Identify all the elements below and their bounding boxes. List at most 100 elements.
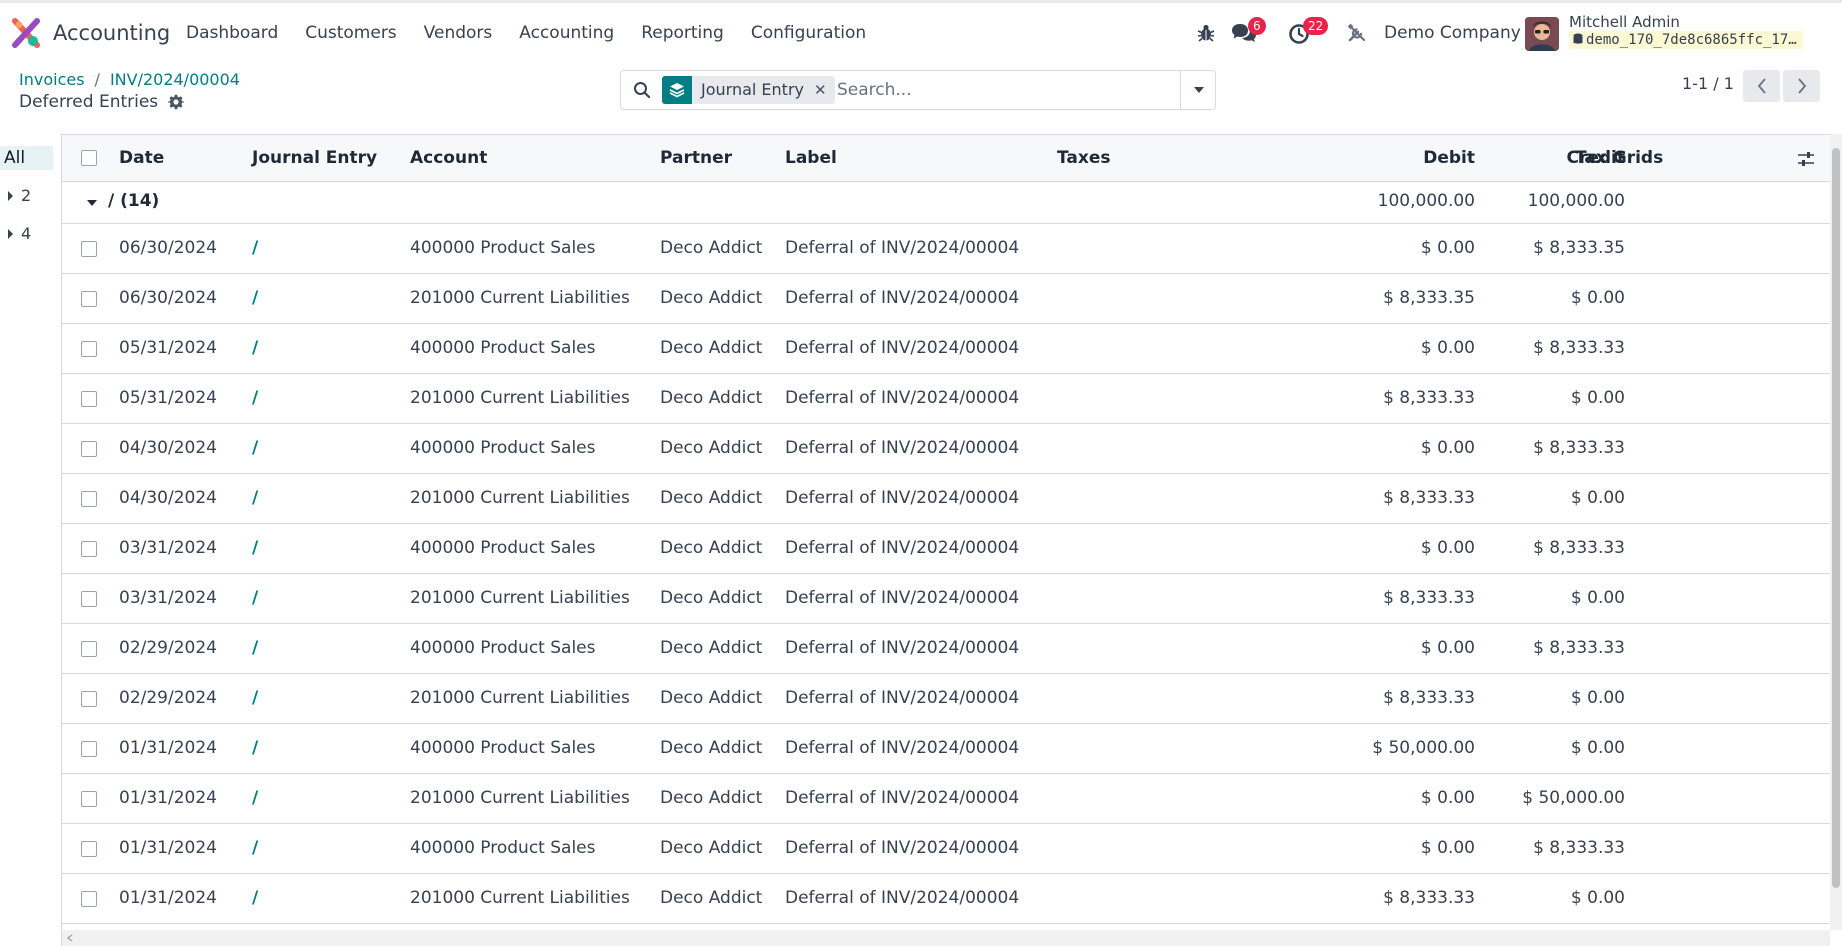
cell-credit: $ 8,333.33 <box>1533 338 1625 358</box>
avatar[interactable] <box>1525 17 1559 51</box>
user-name[interactable]: Mitchell Admin <box>1569 13 1680 31</box>
table-row[interactable]: 02/29/2024 / 201000 Current Liabilities Dec… <box>62 674 1830 724</box>
horizontal-scrollbar[interactable] <box>62 930 1830 946</box>
row-checkbox[interactable] <box>81 341 97 357</box>
cell-journal-entry[interactable]: / <box>252 638 258 658</box>
search-options-toggle[interactable] <box>1180 70 1216 110</box>
cell-journal-entry[interactable]: / <box>252 538 258 558</box>
cell-label: Deferral of INV/2024/00004 <box>785 738 1020 758</box>
cell-account: 201000 Current Liabilities <box>410 688 630 708</box>
side-panel-all[interactable]: All <box>0 146 53 170</box>
cell-journal-entry[interactable]: / <box>252 688 258 708</box>
row-checkbox[interactable] <box>81 391 97 407</box>
cell-journal-entry[interactable]: / <box>252 738 258 758</box>
scroll-left-icon[interactable] <box>66 934 74 942</box>
app-logo-icon[interactable] <box>12 18 40 48</box>
group-credit-total: 100,000.00 <box>1527 191 1625 211</box>
menu-item-vendors[interactable]: Vendors <box>424 23 493 43</box>
vertical-scrollbar[interactable] <box>1830 134 1842 930</box>
cell-account: 400000 Product Sales <box>410 838 596 858</box>
column-header-debit[interactable]: Debit <box>1423 148 1475 168</box>
cell-journal-entry[interactable]: / <box>252 488 258 508</box>
cell-journal-entry[interactable]: / <box>252 838 258 858</box>
cell-date: 01/31/2024 <box>119 788 217 808</box>
column-header-account[interactable]: Account <box>410 148 487 168</box>
cell-credit: $ 50,000.00 <box>1522 788 1625 808</box>
column-header-tax-grids[interactable]: Tax Grids <box>1575 148 1663 168</box>
pager-previous-button[interactable] <box>1743 70 1780 102</box>
table-row[interactable]: 04/30/2024 / 400000 Product Sales Deco Addi… <box>62 424 1830 474</box>
row-checkbox[interactable] <box>81 741 97 757</box>
table-row[interactable]: 06/30/2024 / 201000 Current Liabilities Dec… <box>62 274 1830 324</box>
breadcrumb-invoices[interactable]: Invoices <box>19 70 85 89</box>
search-input[interactable] <box>837 80 1197 100</box>
row-checkbox[interactable] <box>81 291 97 307</box>
cell-journal-entry[interactable]: / <box>252 588 258 608</box>
table-row[interactable]: 02/29/2024 / 400000 Product Sales Deco Addi… <box>62 624 1830 674</box>
cell-date: 03/31/2024 <box>119 538 217 558</box>
row-checkbox[interactable] <box>81 891 97 907</box>
row-checkbox[interactable] <box>81 491 97 507</box>
menu-item-configuration[interactable]: Configuration <box>751 23 866 43</box>
column-header-label[interactable]: Label <box>785 148 837 168</box>
gear-icon[interactable] <box>168 94 185 110</box>
cell-account: 201000 Current Liabilities <box>410 788 630 808</box>
table-row[interactable]: 04/30/2024 / 201000 Current Liabilities Dec… <box>62 474 1830 524</box>
breadcrumb-invoice-record[interactable]: INV/2024/00004 <box>110 70 240 89</box>
tools-icon[interactable] <box>1347 23 1367 43</box>
pager-next-button[interactable] <box>1783 70 1820 102</box>
table-row[interactable]: 01/31/2024 / 201000 Current Liabilities Dec… <box>62 774 1830 824</box>
column-header-journal-entry[interactable]: Journal Entry <box>252 148 377 168</box>
select-all-checkbox[interactable] <box>81 150 97 166</box>
cell-journal-entry[interactable]: / <box>252 338 258 358</box>
cell-journal-entry[interactable]: / <box>252 388 258 408</box>
cell-date: 03/31/2024 <box>119 588 217 608</box>
app-name[interactable]: Accounting <box>53 21 170 45</box>
table-row[interactable]: 01/31/2024 / 400000 Product Sales Deco Addi… <box>62 824 1830 874</box>
search-icon[interactable] <box>633 81 651 99</box>
table-row[interactable]: 05/31/2024 / 201000 Current Liabilities Dec… <box>62 374 1830 424</box>
row-checkbox[interactable] <box>81 641 97 657</box>
breadcrumb: Invoices / INV/2024/00004 <box>19 70 240 89</box>
table-row[interactable]: 01/31/2024 / 201000 Current Liabilities Dec… <box>62 874 1830 924</box>
column-settings-icon[interactable] <box>1797 150 1815 168</box>
column-header-partner[interactable]: Partner <box>660 148 732 168</box>
table-row[interactable]: 06/30/2024 / 400000 Product Sales Deco Addi… <box>62 224 1830 274</box>
scrollbar-thumb[interactable] <box>1832 148 1840 888</box>
row-checkbox[interactable] <box>81 691 97 707</box>
row-checkbox[interactable] <box>81 241 97 257</box>
menu-item-customers[interactable]: Customers <box>305 23 396 43</box>
table-row[interactable]: 05/31/2024 / 400000 Product Sales Deco Addi… <box>62 324 1830 374</box>
side-panel-item[interactable]: 4 <box>8 224 31 243</box>
cell-label: Deferral of INV/2024/00004 <box>785 538 1020 558</box>
row-checkbox[interactable] <box>81 841 97 857</box>
cell-journal-entry[interactable]: / <box>252 788 258 808</box>
close-icon[interactable]: ✕ <box>812 76 835 104</box>
search-bar: Journal Entry ✕ <box>620 70 1216 110</box>
row-checkbox[interactable] <box>81 441 97 457</box>
cell-journal-entry[interactable]: / <box>252 438 258 458</box>
menu-item-reporting[interactable]: Reporting <box>641 23 724 43</box>
cell-journal-entry[interactable]: / <box>252 288 258 308</box>
company-switcher[interactable]: Demo Company <box>1384 23 1521 43</box>
table-row[interactable]: 01/31/2024 / 400000 Product Sales Deco Addi… <box>62 724 1830 774</box>
menu-item-accounting[interactable]: Accounting <box>519 23 614 43</box>
table-row[interactable]: 03/31/2024 / 400000 Product Sales Deco Addi… <box>62 524 1830 574</box>
group-row[interactable]: / (14) 100,000.00 100,000.00 <box>62 182 1830 224</box>
column-header-date[interactable]: Date <box>119 148 164 168</box>
row-checkbox[interactable] <box>81 591 97 607</box>
cell-journal-entry[interactable]: / <box>252 888 258 908</box>
cell-credit: $ 8,333.35 <box>1533 238 1625 258</box>
bug-icon[interactable] <box>1196 23 1216 43</box>
group-label: / (14) <box>108 191 160 211</box>
row-checkbox[interactable] <box>81 791 97 807</box>
row-checkbox[interactable] <box>81 541 97 557</box>
side-panel-item[interactable]: 2 <box>8 186 31 205</box>
column-header-taxes[interactable]: Taxes <box>1057 148 1111 168</box>
cell-journal-entry[interactable]: / <box>252 238 258 258</box>
caret-right-icon <box>8 228 13 239</box>
menu-item-dashboard[interactable]: Dashboard <box>186 23 278 43</box>
pager-value[interactable]: 1-1 / 1 <box>1682 74 1734 93</box>
table-row[interactable]: 03/31/2024 / 201000 Current Liabilities Dec… <box>62 574 1830 624</box>
cell-credit: $ 0.00 <box>1570 738 1625 758</box>
